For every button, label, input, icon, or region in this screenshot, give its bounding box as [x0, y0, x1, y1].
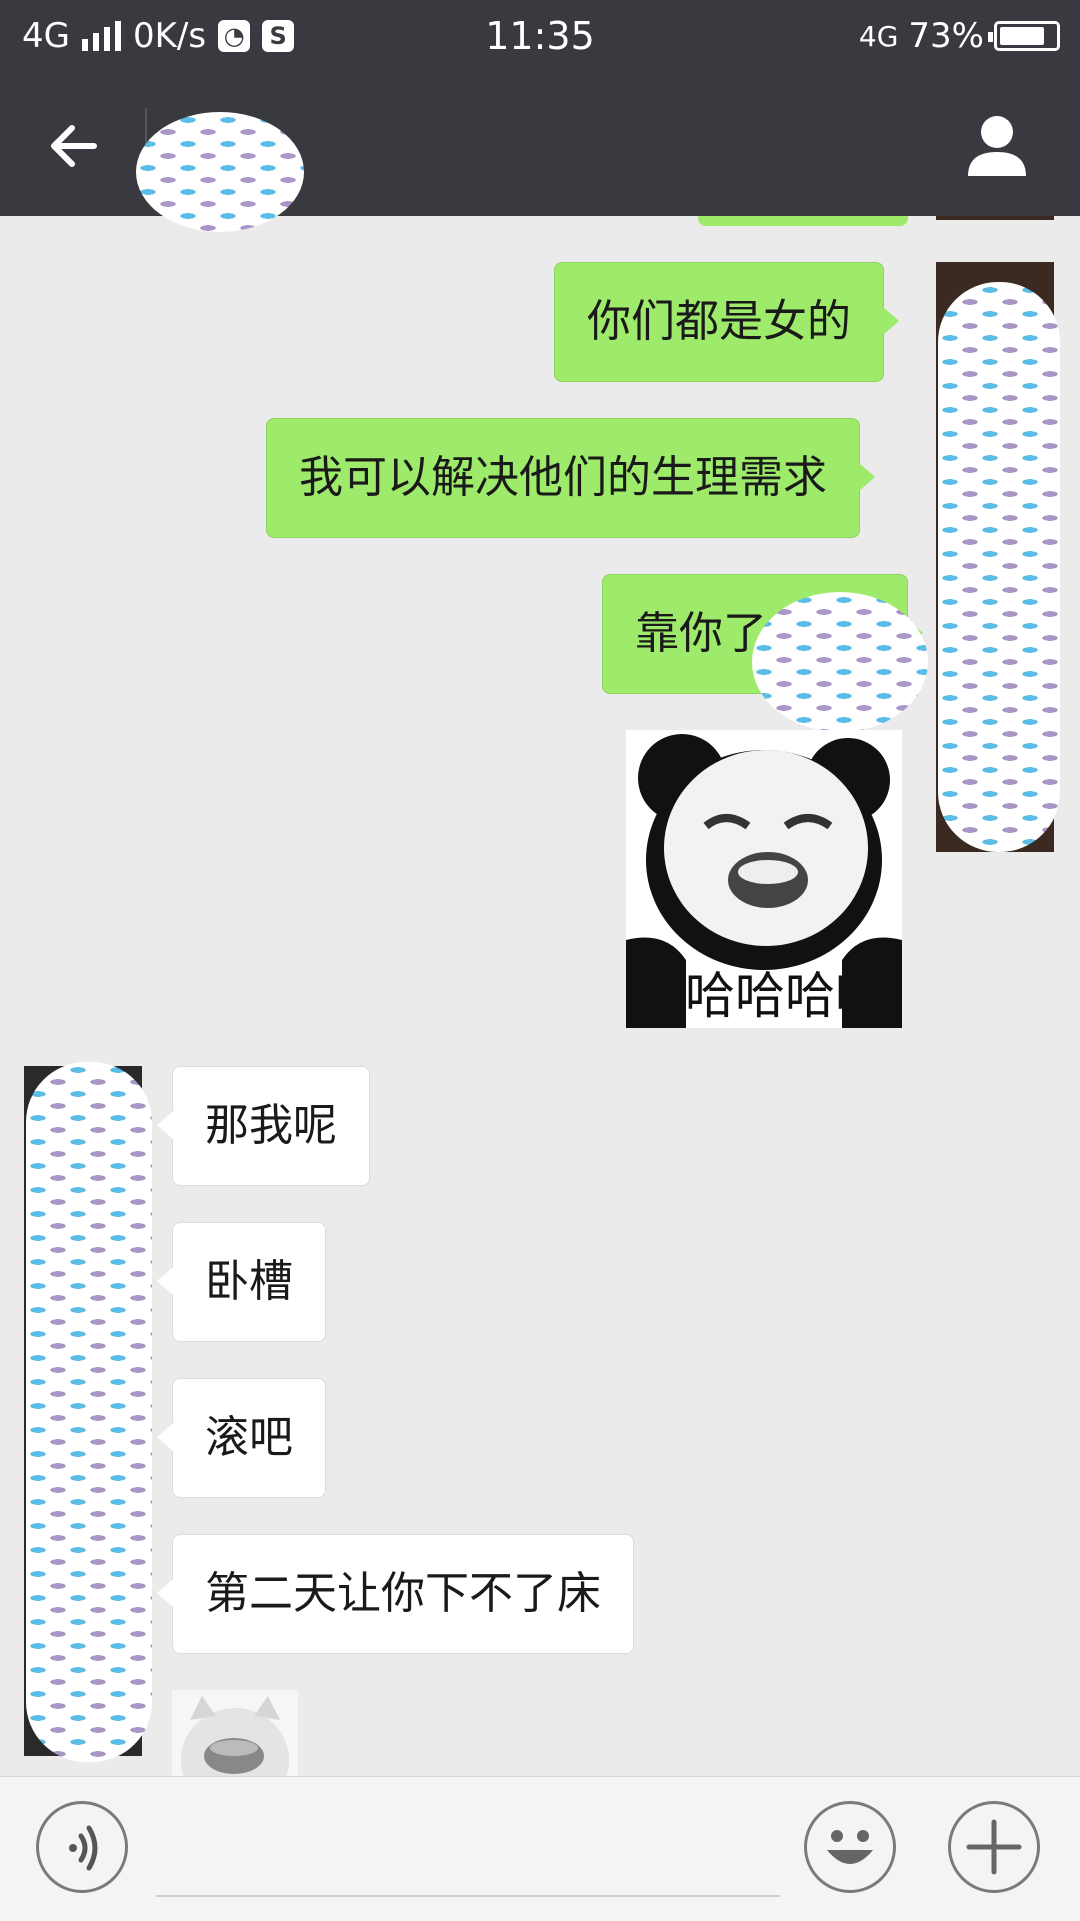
input-bar: [0, 1776, 1080, 1921]
battery-percent: 73%: [908, 16, 984, 56]
person-icon[interactable]: [962, 110, 1032, 180]
message-bubble[interactable]: 你们都是女的: [554, 262, 899, 382]
message-text: 我可以解决他们的生理需求: [299, 452, 827, 503]
smiley-icon: [827, 1830, 873, 1864]
status-right: 4G 73%: [859, 16, 1060, 56]
friend-avatar-redacted: [26, 1062, 152, 1762]
message-bubble[interactable]: 卧槽: [157, 1222, 326, 1342]
message-text: 那我呢: [205, 1100, 337, 1151]
emoji-button[interactable]: [804, 1801, 896, 1893]
my-avatar-redacted: [938, 282, 1060, 852]
message-text: 靠你了: [635, 608, 767, 659]
avatar: [936, 216, 1054, 220]
status-bar: 4G 0K/s ◔ S 11:35 4G 73%: [0, 0, 1080, 72]
voice-icon: [69, 1825, 98, 1871]
message-bubble[interactable]: 那我呢: [157, 1066, 370, 1186]
cat-sticker-image[interactable]: [172, 1690, 298, 1776]
message-text: 你们都是女的: [587, 296, 851, 347]
chat-messages: 你们都是女的 我可以解决他们的生理需求 靠你了 哈哈哈哈哈 那我呢 卧槽 滚吧 …: [0, 216, 1080, 1776]
redaction-blob: [752, 592, 928, 732]
plus-icon: [966, 1819, 1022, 1875]
previous-bubble: [698, 216, 908, 226]
message-input[interactable]: [156, 1895, 780, 1897]
chat-header: [0, 72, 1080, 232]
more-button[interactable]: [948, 1801, 1040, 1893]
message-bubble[interactable]: 我可以解决他们的生理需求: [266, 418, 875, 538]
message-text: 滚吧: [205, 1412, 293, 1463]
message-text: 卧槽: [205, 1256, 293, 1307]
voice-button[interactable]: [36, 1801, 128, 1893]
message-bubble[interactable]: 滚吧: [157, 1378, 326, 1498]
network-type-right: 4G: [858, 19, 899, 53]
message-text: 第二天让你下不了床: [205, 1568, 601, 1619]
chat-title-redacted: [136, 112, 304, 232]
message-bubble[interactable]: 第二天让你下不了床: [157, 1534, 634, 1654]
arrow-left-icon[interactable]: [44, 116, 104, 176]
sticker-caption: 哈哈哈哈哈: [635, 967, 885, 1025]
battery-icon: [988, 21, 1060, 51]
